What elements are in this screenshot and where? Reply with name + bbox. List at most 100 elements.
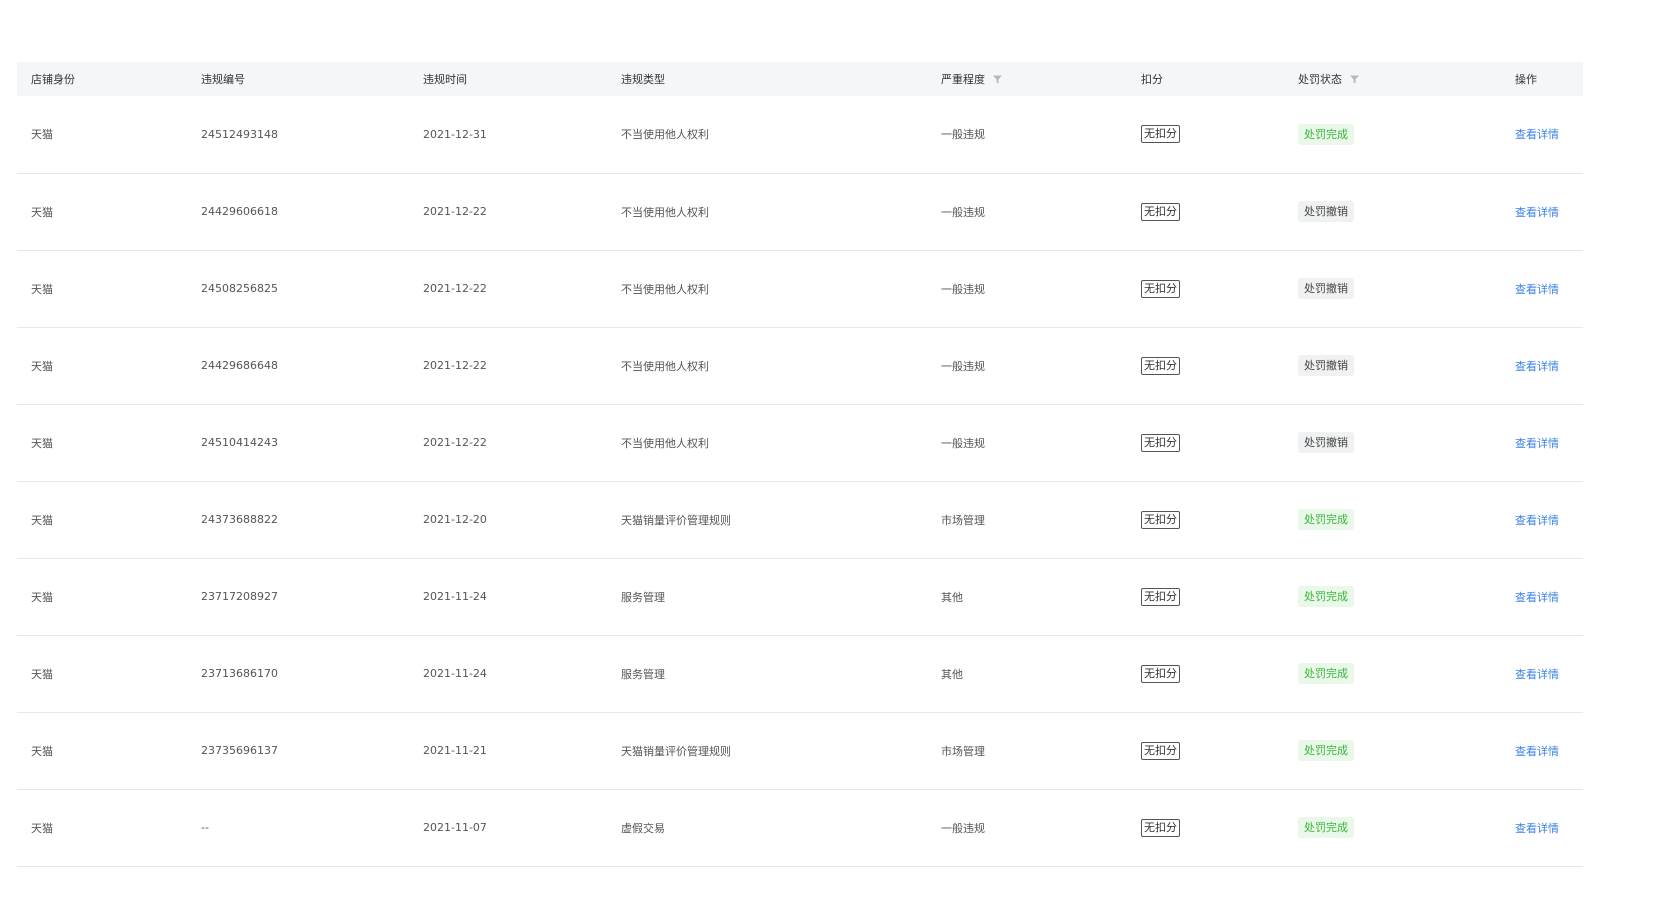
cell-severity: 一般违规 — [927, 789, 1127, 866]
cell-deduction: 无扣分 — [1127, 404, 1284, 481]
view-details-link[interactable]: 查看详情 — [1515, 360, 1559, 373]
cell-penalty-status: 处罚完成 — [1284, 96, 1501, 173]
cell-shop-identity: 天猫 — [17, 481, 187, 558]
shop-identity-text: 天猫 — [31, 821, 53, 835]
cell-violation-no: 23713686170 — [187, 635, 409, 712]
deduction-tag: 无扣分 — [1141, 664, 1180, 683]
cell-penalty-status: 处罚完成 — [1284, 712, 1501, 789]
view-details-link[interactable]: 查看详情 — [1515, 283, 1559, 296]
violation-type-text: 天猫销量评价管理规则 — [621, 744, 731, 758]
cell-action: 查看详情 — [1501, 635, 1583, 712]
cell-penalty-status: 处罚撤销 — [1284, 250, 1501, 327]
violation-no-text: -- — [201, 821, 209, 834]
view-details-link[interactable]: 查看详情 — [1515, 514, 1559, 527]
violation-time-text: 2021-11-07 — [423, 821, 487, 834]
view-details-link[interactable]: 查看详情 — [1515, 128, 1559, 141]
violation-type-text: 不当使用他人权利 — [621, 282, 709, 296]
severity-filter-icon[interactable] — [993, 74, 1002, 87]
cell-violation-time: 2021-11-24 — [409, 558, 607, 635]
cell-action: 查看详情 — [1501, 404, 1583, 481]
violation-time-text: 2021-12-22 — [423, 359, 487, 372]
severity-text: 一般违规 — [941, 128, 985, 142]
cell-violation-type: 不当使用他人权利 — [607, 404, 927, 481]
violation-table-container: 店铺身份 违规编号 违规时间 违规类型 严重程度 扣分 处罚状态 操作 天猫 24… — [17, 62, 1583, 867]
cell-violation-type: 天猫销量评价管理规则 — [607, 712, 927, 789]
status-badge: 处罚撤销 — [1298, 432, 1354, 453]
violation-time-text: 2021-11-24 — [423, 590, 487, 603]
violation-type-text: 不当使用他人权利 — [621, 128, 709, 142]
cell-deduction: 无扣分 — [1127, 96, 1284, 173]
cell-violation-no: 24373688822 — [187, 481, 409, 558]
view-details-link[interactable]: 查看详情 — [1515, 668, 1559, 681]
col-header-deduction: 扣分 — [1127, 62, 1284, 96]
cell-violation-time: 2021-11-24 — [409, 635, 607, 712]
cell-violation-no: 24510414243 — [187, 404, 409, 481]
col-header-violation-time: 违规时间 — [409, 62, 607, 96]
view-details-link[interactable]: 查看详情 — [1515, 822, 1559, 835]
table-row: 天猫 24429606618 2021-12-22 不当使用他人权利 一般违规 无扣分 处罚… — [17, 173, 1583, 250]
violation-type-text: 服务管理 — [621, 590, 665, 604]
view-details-link[interactable]: 查看详情 — [1515, 437, 1559, 450]
table-header-row: 店铺身份 违规编号 违规时间 违规类型 严重程度 扣分 处罚状态 操作 — [17, 62, 1583, 96]
col-header-violation-no: 违规编号 — [187, 62, 409, 96]
cell-violation-no: 24429686648 — [187, 327, 409, 404]
cell-action: 查看详情 — [1501, 712, 1583, 789]
cell-violation-type: 虚假交易 — [607, 789, 927, 866]
col-header-shop-identity: 店铺身份 — [17, 62, 187, 96]
severity-text: 一般违规 — [941, 821, 985, 835]
violation-time-text: 2021-12-22 — [423, 436, 487, 449]
status-badge: 处罚完成 — [1298, 509, 1354, 530]
severity-text: 市场管理 — [941, 744, 985, 758]
cell-penalty-status: 处罚完成 — [1284, 558, 1501, 635]
cell-violation-time: 2021-12-22 — [409, 173, 607, 250]
table-row: 天猫 24510414243 2021-12-22 不当使用他人权利 一般违规 无扣分 处罚… — [17, 404, 1583, 481]
cell-violation-no: 23717208927 — [187, 558, 409, 635]
col-header-label: 严重程度 — [941, 73, 985, 86]
status-badge: 处罚完成 — [1298, 817, 1354, 838]
deduction-tag: 无扣分 — [1141, 510, 1180, 529]
cell-violation-type: 服务管理 — [607, 635, 927, 712]
col-header-label: 违规时间 — [423, 73, 467, 86]
col-header-penalty-status: 处罚状态 — [1284, 62, 1501, 96]
shop-identity-text: 天猫 — [31, 282, 53, 296]
cell-deduction: 无扣分 — [1127, 558, 1284, 635]
violation-type-text: 不当使用他人权利 — [621, 359, 709, 373]
cell-violation-time: 2021-12-22 — [409, 250, 607, 327]
cell-violation-no: 23735696137 — [187, 712, 409, 789]
view-details-link[interactable]: 查看详情 — [1515, 745, 1559, 758]
cell-deduction: 无扣分 — [1127, 789, 1284, 866]
deduction-tag: 无扣分 — [1141, 125, 1180, 144]
cell-severity: 一般违规 — [927, 327, 1127, 404]
violation-type-text: 天猫销量评价管理规则 — [621, 513, 731, 527]
cell-shop-identity: 天猫 — [17, 712, 187, 789]
status-badge: 处罚撤销 — [1298, 201, 1354, 222]
table-body: 天猫 24512493148 2021-12-31 不当使用他人权利 一般违规 无扣分 处罚… — [17, 96, 1583, 866]
table-row: 天猫 24429686648 2021-12-22 不当使用他人权利 一般违规 无扣分 处罚… — [17, 327, 1583, 404]
violation-time-text: 2021-11-24 — [423, 667, 487, 680]
violation-no-text: 24429686648 — [201, 359, 278, 372]
cell-severity: 其他 — [927, 558, 1127, 635]
cell-violation-type: 不当使用他人权利 — [607, 96, 927, 173]
cell-deduction: 无扣分 — [1127, 481, 1284, 558]
violation-time-text: 2021-11-21 — [423, 744, 487, 757]
deduction-tag: 无扣分 — [1141, 433, 1180, 452]
table-header: 店铺身份 违规编号 违规时间 违规类型 严重程度 扣分 处罚状态 操作 — [17, 62, 1583, 96]
cell-deduction: 无扣分 — [1127, 712, 1284, 789]
status-filter-icon[interactable] — [1350, 74, 1359, 87]
col-header-action: 操作 — [1501, 62, 1583, 96]
col-header-violation-type: 违规类型 — [607, 62, 927, 96]
cell-severity: 一般违规 — [927, 250, 1127, 327]
severity-text: 其他 — [941, 590, 963, 604]
severity-text: 一般违规 — [941, 282, 985, 296]
view-details-link[interactable]: 查看详情 — [1515, 206, 1559, 219]
cell-action: 查看详情 — [1501, 96, 1583, 173]
view-details-link[interactable]: 查看详情 — [1515, 591, 1559, 604]
cell-violation-time: 2021-11-07 — [409, 789, 607, 866]
severity-text: 一般违规 — [941, 359, 985, 373]
violation-no-text: 23735696137 — [201, 744, 278, 757]
violation-no-text: 24373688822 — [201, 513, 278, 526]
cell-violation-no: 24429606618 — [187, 173, 409, 250]
cell-action: 查看详情 — [1501, 481, 1583, 558]
cell-shop-identity: 天猫 — [17, 558, 187, 635]
violation-time-text: 2021-12-31 — [423, 127, 487, 141]
